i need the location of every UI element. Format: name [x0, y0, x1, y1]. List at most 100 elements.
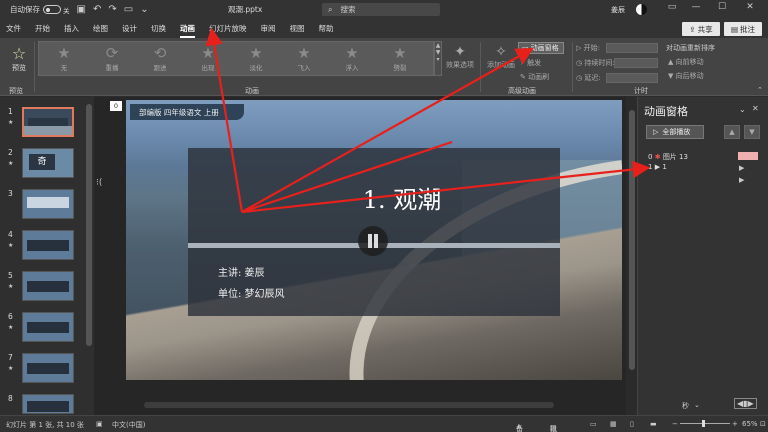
animation-star-icon: ✱	[654, 153, 661, 161]
anim-appear[interactable]: ★ 出现	[188, 44, 228, 76]
save-icon[interactable]: ▣	[77, 4, 86, 15]
reading-view-icon[interactable]: ▯	[630, 420, 634, 428]
info-box[interactable]: 主讲: 姜辰 单位: 梦幻辰风	[188, 248, 560, 316]
vertical-scrollbar[interactable]	[629, 110, 635, 370]
slide-thumbnail-panel: 1 ★ 2 ★ 奇 3 4 ★ 5 ★ 6 ★ 7 ★ 8	[0, 97, 94, 415]
thumb-number: 6	[8, 312, 13, 321]
replay-icon: ⟳	[105, 44, 119, 62]
tab-slideshow[interactable]: 幻灯片放映	[209, 23, 247, 34]
zoom-level[interactable]: 65%	[742, 420, 758, 428]
add-animation-icon: ✧	[495, 44, 507, 60]
document-title: 观潮.pptx	[228, 5, 263, 14]
tab-review[interactable]: 审阅	[261, 23, 276, 34]
tab-transitions[interactable]: 切换	[151, 23, 166, 34]
slide-thumb-5[interactable]	[22, 271, 74, 301]
animation-pane-title: 动画窗格	[644, 105, 688, 118]
play-all-button[interactable]: ▷ 全部播放	[646, 125, 704, 139]
seconds-dropdown-icon[interactable]: ⌄	[694, 401, 700, 409]
slide-thumb-2[interactable]: 奇	[22, 148, 74, 178]
tab-insert[interactable]: 插入	[64, 23, 79, 34]
avatar[interactable]	[636, 4, 647, 15]
undo-icon[interactable]: ↶	[93, 4, 101, 15]
sorter-view-icon[interactable]: ▦	[610, 420, 617, 428]
preview-button[interactable]: ☆ 预览	[8, 44, 30, 73]
anim-float-in[interactable]: ★ 浮入	[332, 44, 372, 76]
zoom-in-icon[interactable]: +	[732, 420, 738, 428]
slide-thumb-8[interactable]	[22, 394, 74, 414]
advanced-group-label: 高级动画	[508, 87, 536, 95]
move-earlier-button[interactable]: ▲ 向前移动	[668, 57, 704, 67]
anim-fly-in[interactable]: ★ 飞入	[284, 44, 324, 76]
zoom-timeline-icon[interactable]: ◀▮▶	[734, 398, 757, 409]
comment-icon: ▤	[730, 24, 739, 34]
star-icon: ★	[201, 44, 215, 62]
timeline-bar	[738, 152, 758, 160]
slide-thumb-1[interactable]	[22, 107, 74, 137]
animation-pane-button[interactable]: ▭ 动画窗格	[518, 42, 564, 54]
star-icon: ★	[345, 44, 359, 62]
collapse-ribbon-icon[interactable]: ⌃	[757, 86, 763, 94]
tab-view[interactable]: 视图	[290, 23, 305, 34]
pane-move-down-button[interactable]: ▼	[744, 125, 760, 139]
star-icon: ★	[297, 44, 311, 62]
move-later-button[interactable]: ▼ 向后移动	[668, 71, 704, 81]
zoom-out-icon[interactable]: −	[672, 420, 678, 428]
star-icon: ★	[57, 44, 71, 62]
slide-thumb-7[interactable]	[22, 353, 74, 383]
add-animation-button[interactable]: ✧ 添加动画	[486, 44, 516, 70]
normal-view-icon[interactable]: ▭	[590, 420, 597, 428]
autosave-toggle[interactable]	[43, 5, 61, 14]
ribbon-display-icon[interactable]: ▭	[662, 2, 682, 12]
present-icon[interactable]: ▭	[124, 4, 133, 15]
gallery-scroll[interactable]: ▲ ▼ ▾	[434, 41, 442, 76]
spellcheck-icon[interactable]: ▣	[96, 420, 103, 428]
zoom-slider[interactable]	[680, 423, 730, 424]
redo-icon[interactable]: ↷	[108, 4, 116, 15]
tab-draw[interactable]: 绘图	[93, 23, 108, 34]
pane-collapse-icon[interactable]: ⁝(	[96, 178, 102, 188]
effect-options-button[interactable]: ✦ 效果选项	[446, 44, 474, 70]
anim-split[interactable]: ★ 劈裂	[380, 44, 420, 76]
pause-icon[interactable]	[358, 226, 388, 256]
zoom-slider-thumb[interactable]	[702, 420, 705, 427]
start-select[interactable]	[606, 43, 658, 53]
customize-qat-icon[interactable]: ⌄	[140, 4, 148, 15]
search-input[interactable]: ⌕ 搜索	[322, 3, 440, 16]
minimize-icon[interactable]: —	[686, 2, 706, 12]
user-name: 姜辰	[611, 6, 625, 14]
slide-thumb-3[interactable]	[22, 189, 74, 219]
tab-animations[interactable]: 动画	[180, 23, 195, 38]
thumbnail-scrollbar[interactable]	[86, 104, 92, 346]
anim-none[interactable]: ★ 无	[44, 44, 84, 76]
trigger-button[interactable]: ⚡ 触发	[520, 58, 541, 68]
fit-slide-icon[interactable]: ⊡	[760, 420, 766, 428]
pane-item[interactable]: 0 ✱ 图片 13	[648, 152, 688, 162]
share-button[interactable]: ⇪ 共享	[682, 22, 720, 36]
horizontal-scrollbar[interactable]	[144, 402, 554, 408]
slideshow-view-icon[interactable]: ▬	[650, 420, 657, 428]
close-icon[interactable]: ✕	[740, 2, 760, 12]
duration-input[interactable]	[614, 58, 658, 68]
animation-painter-button[interactable]: ✎ 动画刷	[520, 72, 549, 82]
grade-badge[interactable]: 部编版 四年级语文 上册	[130, 104, 244, 120]
maximize-icon[interactable]: ☐	[712, 2, 732, 12]
comment-button[interactable]: ▤ 批注	[724, 22, 762, 36]
pane-close-icon[interactable]: ✕	[752, 104, 759, 113]
anim-fade[interactable]: ★ 淡化	[236, 44, 276, 76]
anim-follow[interactable]: ⟲ 跟进	[140, 44, 180, 76]
delay-input[interactable]	[606, 73, 658, 83]
pane-move-up-button[interactable]: ▲	[724, 125, 740, 139]
tab-help[interactable]: 帮助	[319, 23, 334, 34]
effect-icon: ✦	[454, 44, 466, 60]
tab-file[interactable]: 文件	[6, 23, 21, 34]
trigger-icon: ⚡	[520, 59, 525, 67]
tab-home[interactable]: 开始	[35, 23, 50, 34]
pane-item[interactable]: 1 ▶ 1	[648, 163, 667, 171]
slide-thumb-6[interactable]	[22, 312, 74, 342]
autosave-state: 关	[63, 6, 70, 15]
anim-replay[interactable]: ⟳ 重播	[92, 44, 132, 76]
slide-thumb-4[interactable]	[22, 230, 74, 260]
pane-options-icon[interactable]: ⌄	[739, 105, 746, 114]
language-label[interactable]: 中文(中国)	[112, 420, 145, 430]
tab-design[interactable]: 设计	[122, 23, 137, 34]
